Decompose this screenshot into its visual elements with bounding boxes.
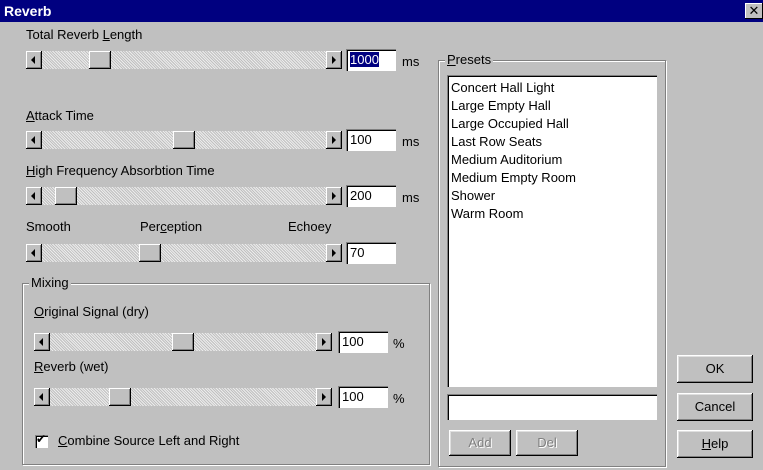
total-reverb-length-label: Total Reverb Length [26,27,143,42]
add-preset-button[interactable]: Add [449,430,511,456]
slider-thumb[interactable] [55,187,77,205]
slider-thumb[interactable] [173,131,195,149]
scroll-left-icon[interactable] [34,388,50,406]
close-icon[interactable]: ✕ [745,3,763,19]
scroll-left-icon[interactable] [26,51,42,69]
scroll-right-icon[interactable] [326,187,342,205]
presets-list[interactable]: Concert Hall Light Large Empty Hall Larg… [447,75,657,387]
scroll-left-icon[interactable] [26,244,42,262]
scroll-right-icon[interactable] [326,131,342,149]
scroll-right-icon[interactable] [316,333,332,351]
list-item[interactable]: Medium Empty Room [451,169,653,187]
original-signal-unit: % [393,336,405,351]
high-frequency-absorption-unit: ms [402,190,420,205]
high-frequency-absorption-input[interactable]: 200 [346,185,396,207]
scroll-left-icon[interactable] [26,187,42,205]
slider-thumb[interactable] [109,388,131,406]
reverb-wet-input[interactable]: 100 [338,386,388,408]
total-reverb-length-input[interactable]: 1000 [346,49,396,71]
combine-label[interactable]: Combine Source Left and Right [58,433,239,448]
perception-input[interactable]: 70 [346,242,396,264]
list-item[interactable]: Concert Hall Light [451,79,653,97]
scroll-left-icon[interactable] [26,131,42,149]
window-title: Reverb [4,3,52,19]
slider-thumb[interactable] [89,51,111,69]
perception-smooth-label: Smooth [26,219,71,234]
perception-echoey-label: Echoey [288,219,332,234]
attack-time-input[interactable]: 100 [346,129,396,151]
original-signal-slider[interactable] [34,333,332,351]
original-signal-input[interactable]: 100 [338,331,388,353]
reverb-dialog: Total Reverb Length 1000 ms Attack Time … [0,22,763,470]
list-item[interactable]: Medium Auditorium [451,151,653,169]
high-frequency-absorption-slider[interactable] [26,187,342,205]
ok-button[interactable]: OK [677,355,753,383]
preset-name-input[interactable] [447,394,657,420]
delete-preset-button[interactable]: Del [516,430,578,456]
total-reverb-length-slider[interactable] [26,51,342,69]
title-bar: Reverb ✕ [0,0,763,22]
attack-time-unit: ms [402,134,420,149]
combine-checkbox[interactable] [35,432,48,448]
scroll-right-icon[interactable] [316,388,332,406]
presets-group-label: Presets [445,52,494,67]
slider-thumb[interactable] [172,333,194,351]
reverb-wet-slider[interactable] [34,388,332,406]
scroll-right-icon[interactable] [326,244,342,262]
perception-label: Perception [140,219,203,234]
cancel-button[interactable]: Cancel [677,393,753,421]
slider-thumb[interactable] [139,244,161,262]
scroll-left-icon[interactable] [34,333,50,351]
original-signal-label: Original Signal (dry) [34,304,149,319]
high-frequency-absorption-label: High Frequency Absorbtion Time [26,163,215,178]
list-item[interactable]: Shower [451,187,653,205]
perception-slider[interactable] [26,244,342,262]
attack-time-slider[interactable] [26,131,342,149]
total-reverb-length-unit: ms [402,54,420,69]
list-item[interactable]: Large Occupied Hall [451,115,653,133]
reverb-wet-unit: % [393,391,405,406]
help-button[interactable]: Help [677,430,753,458]
mixing-group-label: Mixing [29,275,71,290]
reverb-wet-label: Reverb (wet) [34,359,109,374]
list-item[interactable]: Large Empty Hall [451,97,653,115]
attack-time-label: Attack Time [26,108,94,123]
scroll-right-icon[interactable] [326,51,342,69]
list-item[interactable]: Warm Room [451,205,653,223]
list-item[interactable]: Last Row Seats [451,133,653,151]
